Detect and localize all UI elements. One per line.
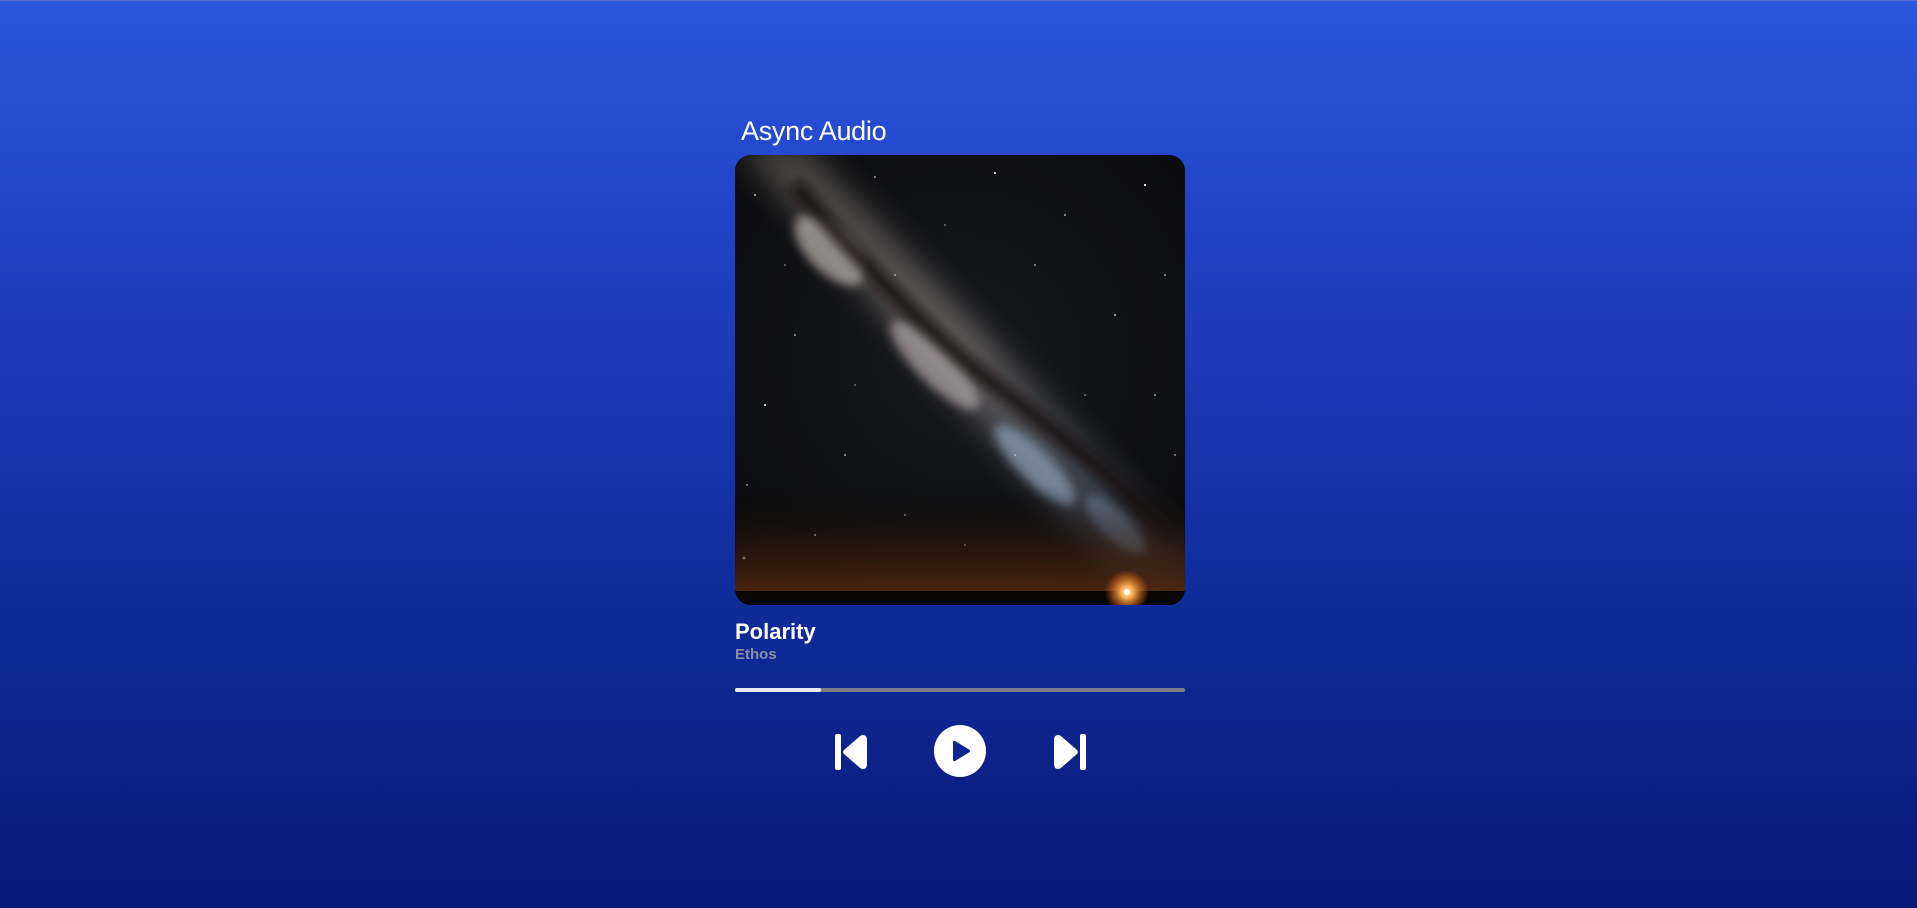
track-title: Polarity <box>735 619 816 644</box>
playback-controls <box>735 724 1185 780</box>
album-cover-image <box>735 155 1185 605</box>
progress-fill <box>735 688 821 692</box>
play-button[interactable] <box>934 725 986 777</box>
music-player: Async Audio Polarity Ethos <box>735 114 1185 777</box>
skip-next-icon <box>1054 734 1086 770</box>
progress-bar[interactable] <box>735 688 1185 692</box>
track-artist: Ethos <box>735 646 777 663</box>
play-icon <box>934 725 986 777</box>
next-button[interactable] <box>1052 732 1088 772</box>
top-border <box>0 0 1917 1</box>
app-title: Async Audio <box>741 116 887 146</box>
previous-button[interactable] <box>833 732 869 772</box>
skip-previous-icon <box>835 734 867 770</box>
album-cover <box>735 155 1185 605</box>
